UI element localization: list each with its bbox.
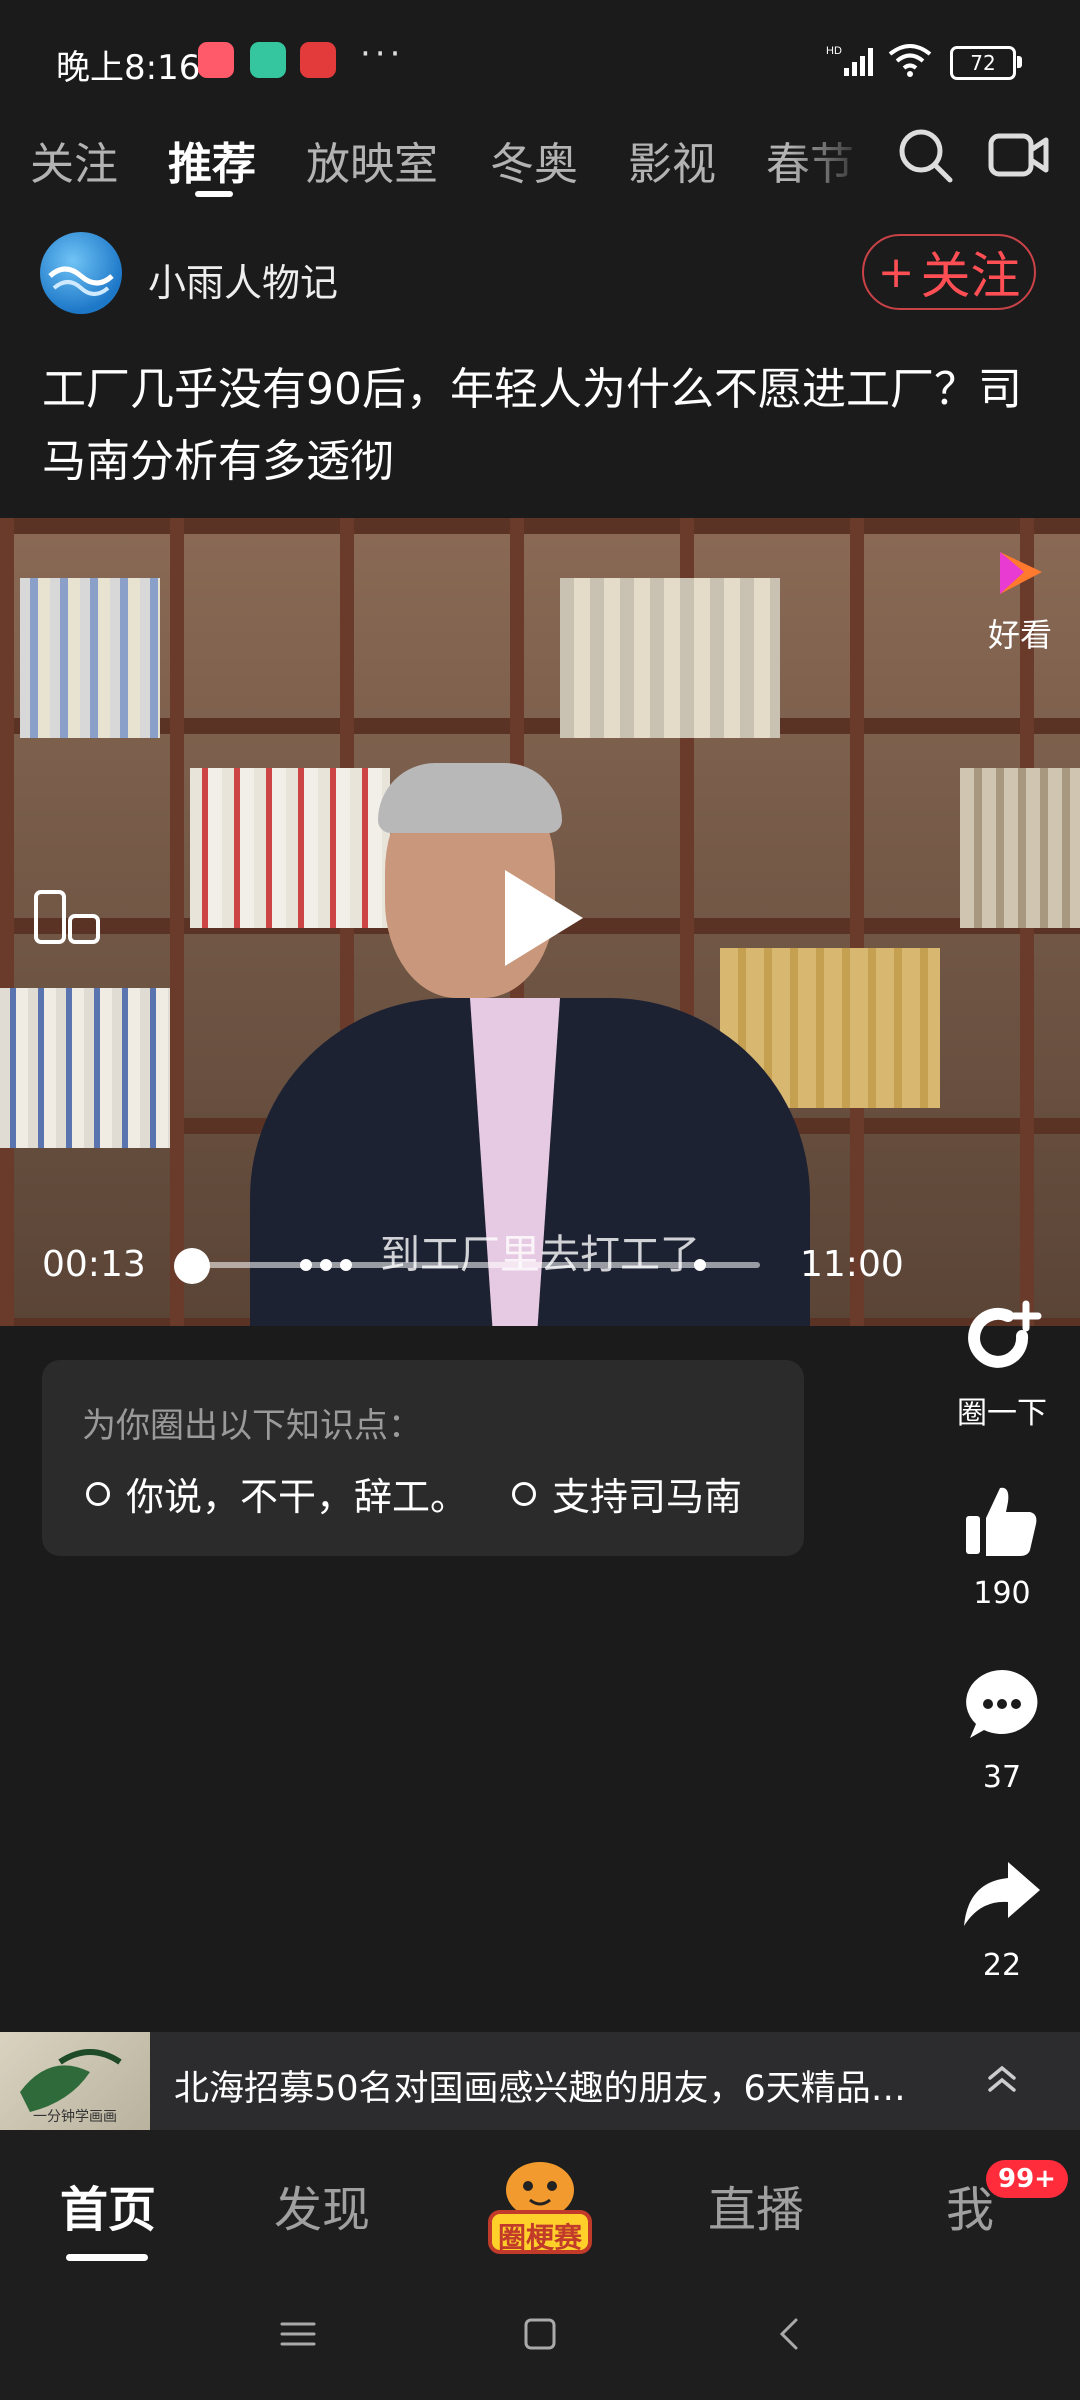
haokan-logo-icon: [1000, 552, 1042, 594]
books-row: [0, 988, 170, 1148]
follow-button[interactable]: + 关注: [862, 234, 1036, 310]
progress-marker: [340, 1259, 352, 1271]
progress-marker: [694, 1259, 706, 1271]
tab-active-indicator: [195, 191, 233, 197]
circle-label: 圈一下: [957, 1396, 1047, 1431]
post-title[interactable]: 工厂几乎没有90后，年轻人为什么不愿进工厂？司马南分析有多透彻: [42, 354, 1042, 498]
nav-center-label: 圈梗赛: [497, 2221, 582, 2254]
status-time: 晚上8:16: [56, 48, 201, 88]
total-time: 11:00: [800, 1244, 904, 1285]
progress-thumb[interactable]: [174, 1248, 210, 1284]
knowledge-card: [42, 1360, 804, 1556]
current-time: 00:13: [42, 1244, 146, 1285]
follow-label: 关注: [920, 247, 1021, 305]
wifi-icon: [888, 44, 932, 77]
home-icon[interactable]: [518, 2312, 562, 2356]
status-more-icon: ···: [360, 34, 405, 74]
tab-screening-room[interactable]: 放映室: [306, 128, 438, 192]
nav-center-event-icon[interactable]: 圈梗赛: [480, 2150, 600, 2260]
speaker-hair: [378, 763, 562, 833]
knowledge-point[interactable]: 支持司马南: [512, 1466, 742, 1521]
knowledge-point-label: 支持司马南: [552, 1475, 743, 1519]
signal-icon: HD: [826, 45, 873, 76]
fullscreen-rotate-icon[interactable]: [32, 888, 102, 952]
tab-recommend[interactable]: 推荐: [168, 128, 256, 192]
tab-fade: [790, 120, 870, 200]
books-row: [20, 578, 160, 738]
play-icon[interactable]: [505, 870, 583, 966]
share-icon[interactable]: [960, 1852, 1044, 1936]
author-name[interactable]: 小雨人物记: [148, 252, 338, 307]
back-icon[interactable]: [768, 2312, 812, 2356]
books-row: [190, 768, 390, 928]
ad-text[interactable]: 北海招募50名对国画感兴趣的朋友，6天精品…: [174, 2060, 906, 2111]
books-row: [960, 768, 1080, 928]
circle-share-icon[interactable]: [960, 1298, 1044, 1382]
nav-live[interactable]: 直播: [708, 2170, 804, 2240]
notification-badge: 99+: [986, 2160, 1068, 2198]
nav-discover[interactable]: 发现: [274, 2170, 370, 2240]
tab-film-tv[interactable]: 影视: [628, 128, 716, 192]
progress-track[interactable]: [190, 1262, 760, 1268]
ad-thumbnail[interactable]: 一分钟学画画: [0, 2032, 150, 2130]
nav-active-indicator: [66, 2254, 148, 2261]
circle-icon: [512, 1481, 536, 1506]
knowledge-title: 为你圈出以下知识点：: [82, 1406, 422, 1446]
knowledge-point[interactable]: 你说，不干，辞工。: [86, 1466, 468, 1521]
app-icon-red: [300, 42, 336, 78]
progress-marker: [320, 1259, 332, 1271]
author-avatar[interactable]: [40, 232, 122, 314]
plus-icon: +: [877, 246, 915, 298]
circle-icon: [86, 1481, 110, 1506]
progress-marker: [300, 1259, 312, 1271]
battery-indicator: 72: [950, 46, 1016, 80]
expand-up-icon[interactable]: [984, 2060, 1020, 2096]
battery-tip: [1017, 56, 1022, 68]
app-icon-video: [198, 42, 234, 78]
comment-icon[interactable]: [960, 1664, 1044, 1748]
books-row: [560, 578, 780, 738]
like-count: 190: [973, 1576, 1031, 1611]
knowledge-point-label: 你说，不干，辞工。: [126, 1475, 469, 1519]
share-count: 22: [982, 1948, 1022, 1983]
comment-count: 37: [982, 1760, 1022, 1795]
search-icon[interactable]: [896, 126, 954, 184]
like-icon[interactable]: [960, 1480, 1044, 1564]
tab-winter-olympics[interactable]: 冬奥: [490, 128, 578, 192]
video-camera-icon[interactable]: [988, 130, 1050, 180]
app-icon-green: [250, 42, 286, 78]
svg-text:HD: HD: [826, 45, 842, 57]
ad-thumbnail-caption: 一分钟学画画: [33, 2109, 117, 2125]
video-subtitle: 到工厂里去打工了: [380, 1232, 700, 1278]
tab-follow[interactable]: 关注: [30, 128, 118, 192]
haokan-label: 好看: [988, 616, 1053, 654]
nav-home[interactable]: 首页: [60, 2170, 156, 2240]
menu-icon[interactable]: [276, 2312, 320, 2356]
